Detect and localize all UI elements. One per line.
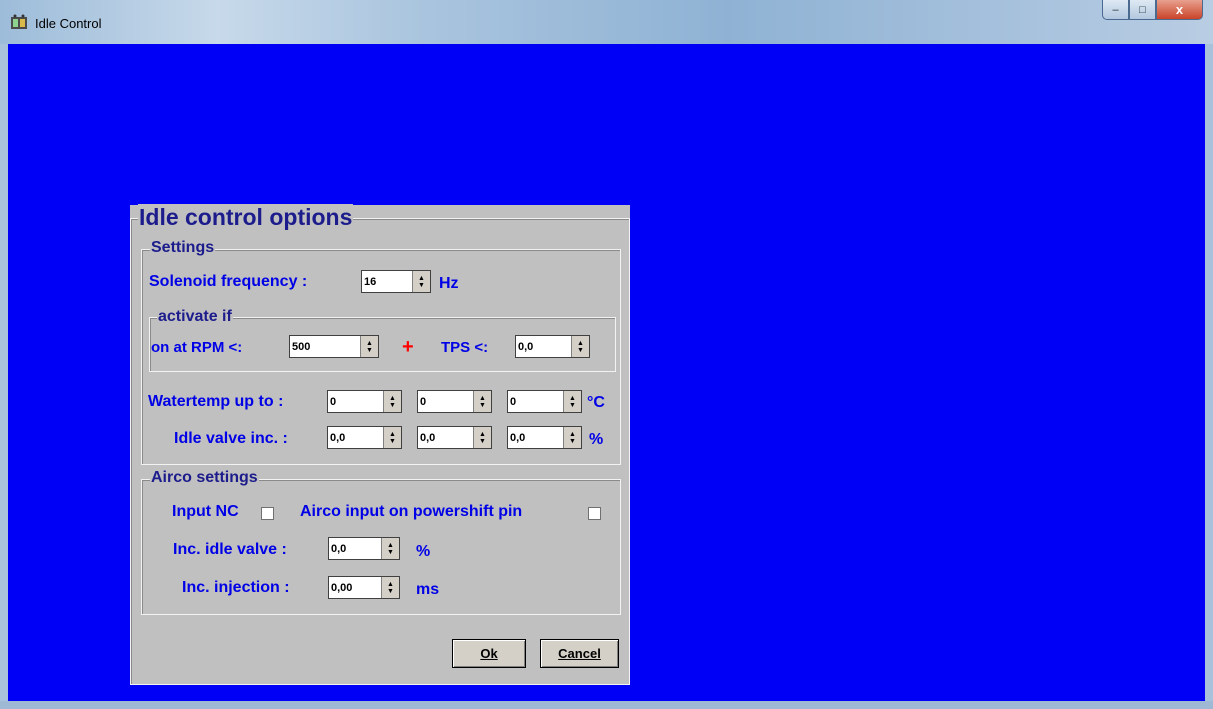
window-frame-left — [0, 44, 8, 701]
watertemp-input-2[interactable] — [418, 391, 473, 412]
close-button[interactable]: x — [1156, 0, 1203, 20]
window-frame-right — [1205, 44, 1213, 701]
maximize-button[interactable]: □ — [1129, 0, 1156, 20]
watertemp-label: Watertemp up to : — [148, 393, 284, 410]
inc-idle-valve-label: Inc. idle valve : — [173, 541, 287, 558]
inc-idle-valve-unit: % — [416, 543, 431, 560]
watertemp-input-1[interactable] — [328, 391, 383, 412]
close-icon: x — [1175, 2, 1184, 17]
spin-updown-icon[interactable]: ▲ ▼ — [571, 336, 589, 357]
watertemp-spinner-3[interactable]: ▲▼ — [507, 390, 582, 413]
window-title: Idle Control — [35, 16, 102, 31]
inc-injection-input[interactable] — [329, 577, 381, 598]
powershift-checkbox[interactable] — [588, 507, 601, 520]
minimize-icon: – — [1112, 3, 1119, 16]
tps-spinner[interactable]: ▲▼ — [515, 335, 590, 358]
window-frame-bottom — [0, 701, 1213, 709]
solenoid-frequency-input[interactable] — [362, 271, 412, 292]
powershift-label: Airco input on powershift pin — [300, 503, 523, 520]
idle-valve-input-1[interactable] — [328, 427, 383, 448]
solenoid-frequency-spinner[interactable]: ▲▼ — [361, 270, 431, 293]
idle-valve-spinner-2[interactable]: ▲▼ — [417, 426, 492, 449]
idle-valve-unit: % — [589, 431, 604, 448]
spin-updown-icon[interactable]: ▲ ▼ — [412, 271, 430, 292]
rpm-spinner[interactable]: ▲▼ — [289, 335, 379, 358]
spin-updown-icon[interactable]: ▲ ▼ — [381, 538, 399, 559]
spin-updown-icon[interactable]: ▲ ▼ — [563, 391, 581, 412]
inc-injection-label: Inc. injection : — [182, 579, 290, 596]
watertemp-spinner-2[interactable]: ▲▼ — [417, 390, 492, 413]
rpm-input[interactable] — [290, 336, 360, 357]
tps-label: TPS <: — [441, 339, 489, 356]
idle-valve-label: Idle valve inc. : — [174, 430, 288, 447]
watertemp-unit: °C — [587, 394, 605, 411]
activate-if-legend: activate if — [157, 308, 233, 326]
solenoid-frequency-label: Solenoid frequency : — [149, 273, 308, 290]
spin-updown-icon[interactable]: ▲ ▼ — [473, 427, 491, 448]
app-icon — [11, 14, 27, 29]
dialog-title: Idle control options — [138, 204, 354, 231]
watertemp-spinner-1[interactable]: ▲▼ — [327, 390, 402, 413]
tps-input[interactable] — [516, 336, 571, 357]
input-nc-label: Input NC — [172, 503, 239, 520]
idle-valve-input-2[interactable] — [418, 427, 473, 448]
idle-valve-spinner-3[interactable]: ▲▼ — [507, 426, 582, 449]
watertemp-input-3[interactable] — [508, 391, 563, 412]
idle-valve-input-3[interactable] — [508, 427, 563, 448]
inc-injection-unit: ms — [416, 581, 440, 598]
spin-updown-icon[interactable]: ▲ ▼ — [381, 577, 399, 598]
spin-updown-icon[interactable]: ▲ ▼ — [473, 391, 491, 412]
inc-idle-valve-input[interactable] — [329, 538, 381, 559]
idle-valve-spinner-1[interactable]: ▲▼ — [327, 426, 402, 449]
plus-sign: + — [402, 336, 414, 358]
rpm-label: on at RPM <: — [151, 339, 243, 356]
input-nc-checkbox[interactable] — [261, 507, 274, 520]
inc-injection-spinner[interactable]: ▲▼ — [328, 576, 400, 599]
cancel-button-label: Cancel — [558, 646, 601, 661]
spin-updown-icon[interactable]: ▲ ▼ — [563, 427, 581, 448]
idle-control-panel: Idle control options Settings Solenoid f… — [130, 204, 630, 685]
airco-settings-legend: Airco settings — [150, 469, 259, 487]
inc-idle-valve-spinner[interactable]: ▲▼ — [328, 537, 400, 560]
spin-updown-icon[interactable]: ▲ ▼ — [360, 336, 378, 357]
ok-button-label: Ok — [480, 646, 498, 661]
cancel-button[interactable]: Cancel — [540, 639, 619, 668]
spin-updown-icon[interactable]: ▲ ▼ — [383, 427, 401, 448]
solenoid-unit: Hz — [439, 275, 459, 292]
title-bar[interactable]: Idle Control – □ x — [0, 0, 1213, 44]
minimize-button[interactable]: – — [1102, 0, 1129, 20]
spin-updown-icon[interactable]: ▲ ▼ — [383, 391, 401, 412]
ok-button[interactable]: Ok — [452, 639, 526, 668]
settings-legend: Settings — [150, 239, 216, 257]
maximize-icon: □ — [1139, 3, 1146, 16]
window-controls: – □ x — [1102, 0, 1203, 20]
